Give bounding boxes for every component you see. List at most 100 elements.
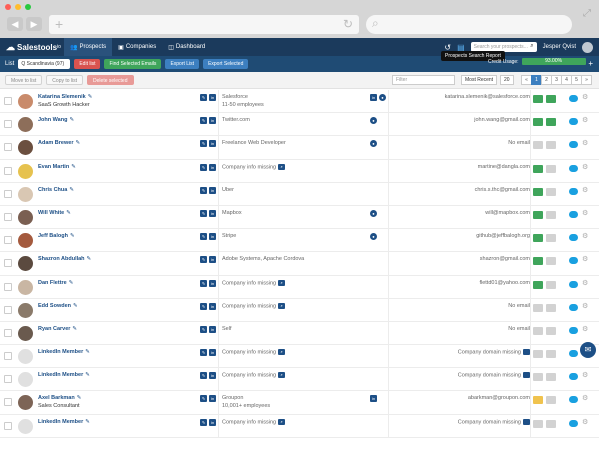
row-checkbox[interactable]: [4, 398, 12, 407]
search-company-icon[interactable]: ⌕: [278, 349, 286, 356]
export-selected-button[interactable]: Export Selected: [203, 59, 249, 69]
linkedin-icon[interactable]: in: [209, 256, 216, 264]
edit-pen-icon[interactable]: ✎: [71, 164, 76, 170]
user-menu[interactable]: Jesper Qvist: [543, 44, 576, 50]
edit-icon[interactable]: ✎: [200, 349, 207, 357]
edit-pen-icon[interactable]: ✎: [87, 256, 92, 262]
prospect-name[interactable]: John Wang ✎: [38, 117, 74, 123]
search-company-icon[interactable]: ⌕: [278, 163, 286, 170]
globe-icon[interactable]: ●: [370, 117, 377, 125]
call-button[interactable]: [546, 373, 556, 382]
send-email-button[interactable]: [533, 95, 543, 103]
search-company-icon[interactable]: ⌕: [278, 279, 286, 286]
table-row[interactable]: LinkedIn Member ✎ ✎ in Company info missing ⌕…: [0, 414, 599, 438]
linkedin-icon[interactable]: in: [209, 140, 216, 148]
row-checkbox[interactable]: [4, 166, 12, 175]
call-button[interactable]: [546, 164, 556, 173]
linkedin-icon[interactable]: in: [209, 163, 216, 171]
edit-icon[interactable]: ✎: [200, 372, 207, 380]
filter-input[interactable]: Filter: [392, 75, 455, 85]
globe-icon[interactable]: ●: [379, 94, 386, 101]
call-button[interactable]: [546, 187, 556, 196]
edit-pen-icon[interactable]: ✎: [69, 117, 74, 123]
salesforce-icon[interactable]: [569, 373, 578, 381]
call-button[interactable]: [546, 234, 556, 243]
send-email-button[interactable]: [533, 164, 543, 173]
delete-selected-button[interactable]: Delete selected: [87, 75, 134, 85]
salesforce-icon[interactable]: [569, 118, 578, 126]
call-button[interactable]: [546, 118, 556, 127]
row-checkbox[interactable]: [4, 282, 12, 291]
search-domain-icon[interactable]: [523, 418, 530, 425]
row-checkbox[interactable]: [4, 421, 12, 430]
row-checkbox[interactable]: [4, 375, 12, 384]
tab-companies[interactable]: ▣ Companies: [112, 38, 162, 56]
edit-pen-icon[interactable]: ✎: [77, 395, 82, 401]
gear-icon[interactable]: ⚙: [582, 394, 588, 402]
linkedin-icon[interactable]: in: [209, 94, 216, 101]
prospect-name[interactable]: LinkedIn Member ✎: [38, 349, 90, 355]
row-checkbox[interactable]: [4, 352, 12, 361]
forward-arrow-icon[interactable]: ▶: [26, 17, 42, 31]
send-email-button[interactable]: [533, 396, 543, 405]
linkedin-icon[interactable]: in: [209, 395, 216, 403]
linkedin-icon[interactable]: in: [209, 117, 216, 125]
zoom-dot-icon[interactable]: [25, 4, 31, 10]
prospect-name[interactable]: LinkedIn Member ✎: [38, 372, 90, 378]
edit-pen-icon[interactable]: ✎: [85, 372, 90, 378]
salesforce-icon[interactable]: [569, 326, 578, 334]
gear-icon[interactable]: ⚙: [582, 325, 588, 333]
row-checkbox[interactable]: [4, 236, 12, 245]
search-domain-icon[interactable]: [523, 349, 530, 356]
gear-icon[interactable]: ⚙: [582, 255, 588, 263]
reload-icon[interactable]: ↻: [343, 17, 353, 31]
gear-icon[interactable]: ⚙: [582, 163, 588, 171]
call-button[interactable]: [546, 257, 556, 266]
address-bar[interactable]: + ↻: [49, 15, 359, 34]
row-checkbox[interactable]: [4, 120, 12, 129]
edit-icon[interactable]: ✎: [200, 395, 207, 403]
table-row[interactable]: LinkedIn Member ✎ ✎ in Company info missing ⌕…: [0, 368, 599, 392]
table-row[interactable]: Jeff Balogh ✎ ✎ in Stripe ● github@jeffbalogh.…: [0, 229, 599, 253]
send-email-button[interactable]: [533, 419, 543, 428]
edit-icon[interactable]: ✎: [200, 256, 207, 264]
edit-pen-icon[interactable]: ✎: [73, 303, 78, 309]
move-to-list-button[interactable]: Move to list: [5, 75, 43, 85]
call-button[interactable]: [546, 396, 556, 405]
gear-icon[interactable]: ⚙: [582, 279, 588, 287]
send-email-button[interactable]: [533, 326, 543, 335]
row-checkbox[interactable]: [4, 328, 12, 337]
edit-icon[interactable]: ✎: [200, 186, 207, 194]
table-row[interactable]: LinkedIn Member ✎ ✎ in Company info missing ⌕…: [0, 345, 599, 369]
find-selected-emails-button[interactable]: Find Selected Emails: [104, 59, 162, 69]
prospect-name[interactable]: Will White ✎: [38, 210, 71, 216]
call-button[interactable]: [546, 326, 556, 335]
linkedin-icon[interactable]: in: [209, 418, 216, 426]
table-row[interactable]: Will White ✎ ✎ in Mapbox ● will@mapbox.com ⚙: [0, 205, 599, 230]
salesforce-icon[interactable]: [569, 187, 578, 195]
send-email-button[interactable]: [533, 187, 543, 196]
gear-icon[interactable]: ⚙: [582, 371, 588, 379]
linkedin-icon[interactable]: in: [209, 279, 216, 287]
edit-pen-icon[interactable]: ✎: [66, 210, 71, 216]
gear-icon[interactable]: ⚙: [582, 418, 588, 426]
search-company-icon[interactable]: ⌕: [278, 302, 286, 309]
send-email-button[interactable]: [533, 234, 543, 243]
salesforce-icon[interactable]: [569, 234, 578, 242]
gear-icon[interactable]: ⚙: [582, 209, 588, 217]
brand-logo[interactable]: ☁ Salestools io: [0, 42, 64, 53]
browser-search-bar[interactable]: ⌕: [366, 15, 572, 34]
linkedin-icon[interactable]: in: [209, 372, 216, 380]
table-row[interactable]: Dan Flettre ✎ ✎ in Company info missing ⌕ flet…: [0, 275, 599, 299]
call-button[interactable]: [546, 419, 556, 428]
globe-icon[interactable]: ●: [370, 140, 377, 148]
send-email-button[interactable]: [533, 141, 543, 150]
table-row[interactable]: Ryan Carver ✎ ✎ in Self No email ⚙: [0, 321, 599, 346]
salesforce-icon[interactable]: [569, 280, 578, 288]
salesforce-icon[interactable]: [569, 303, 578, 311]
linkedin-icon[interactable]: in: [209, 302, 216, 310]
edit-icon[interactable]: ✎: [200, 94, 207, 101]
per-page-select[interactable]: 20: [500, 75, 514, 85]
gear-icon[interactable]: ⚙: [582, 116, 588, 124]
table-row[interactable]: Katarina Slemenik ✎ SaaS Growth Hacker ✎ in S…: [0, 90, 599, 114]
